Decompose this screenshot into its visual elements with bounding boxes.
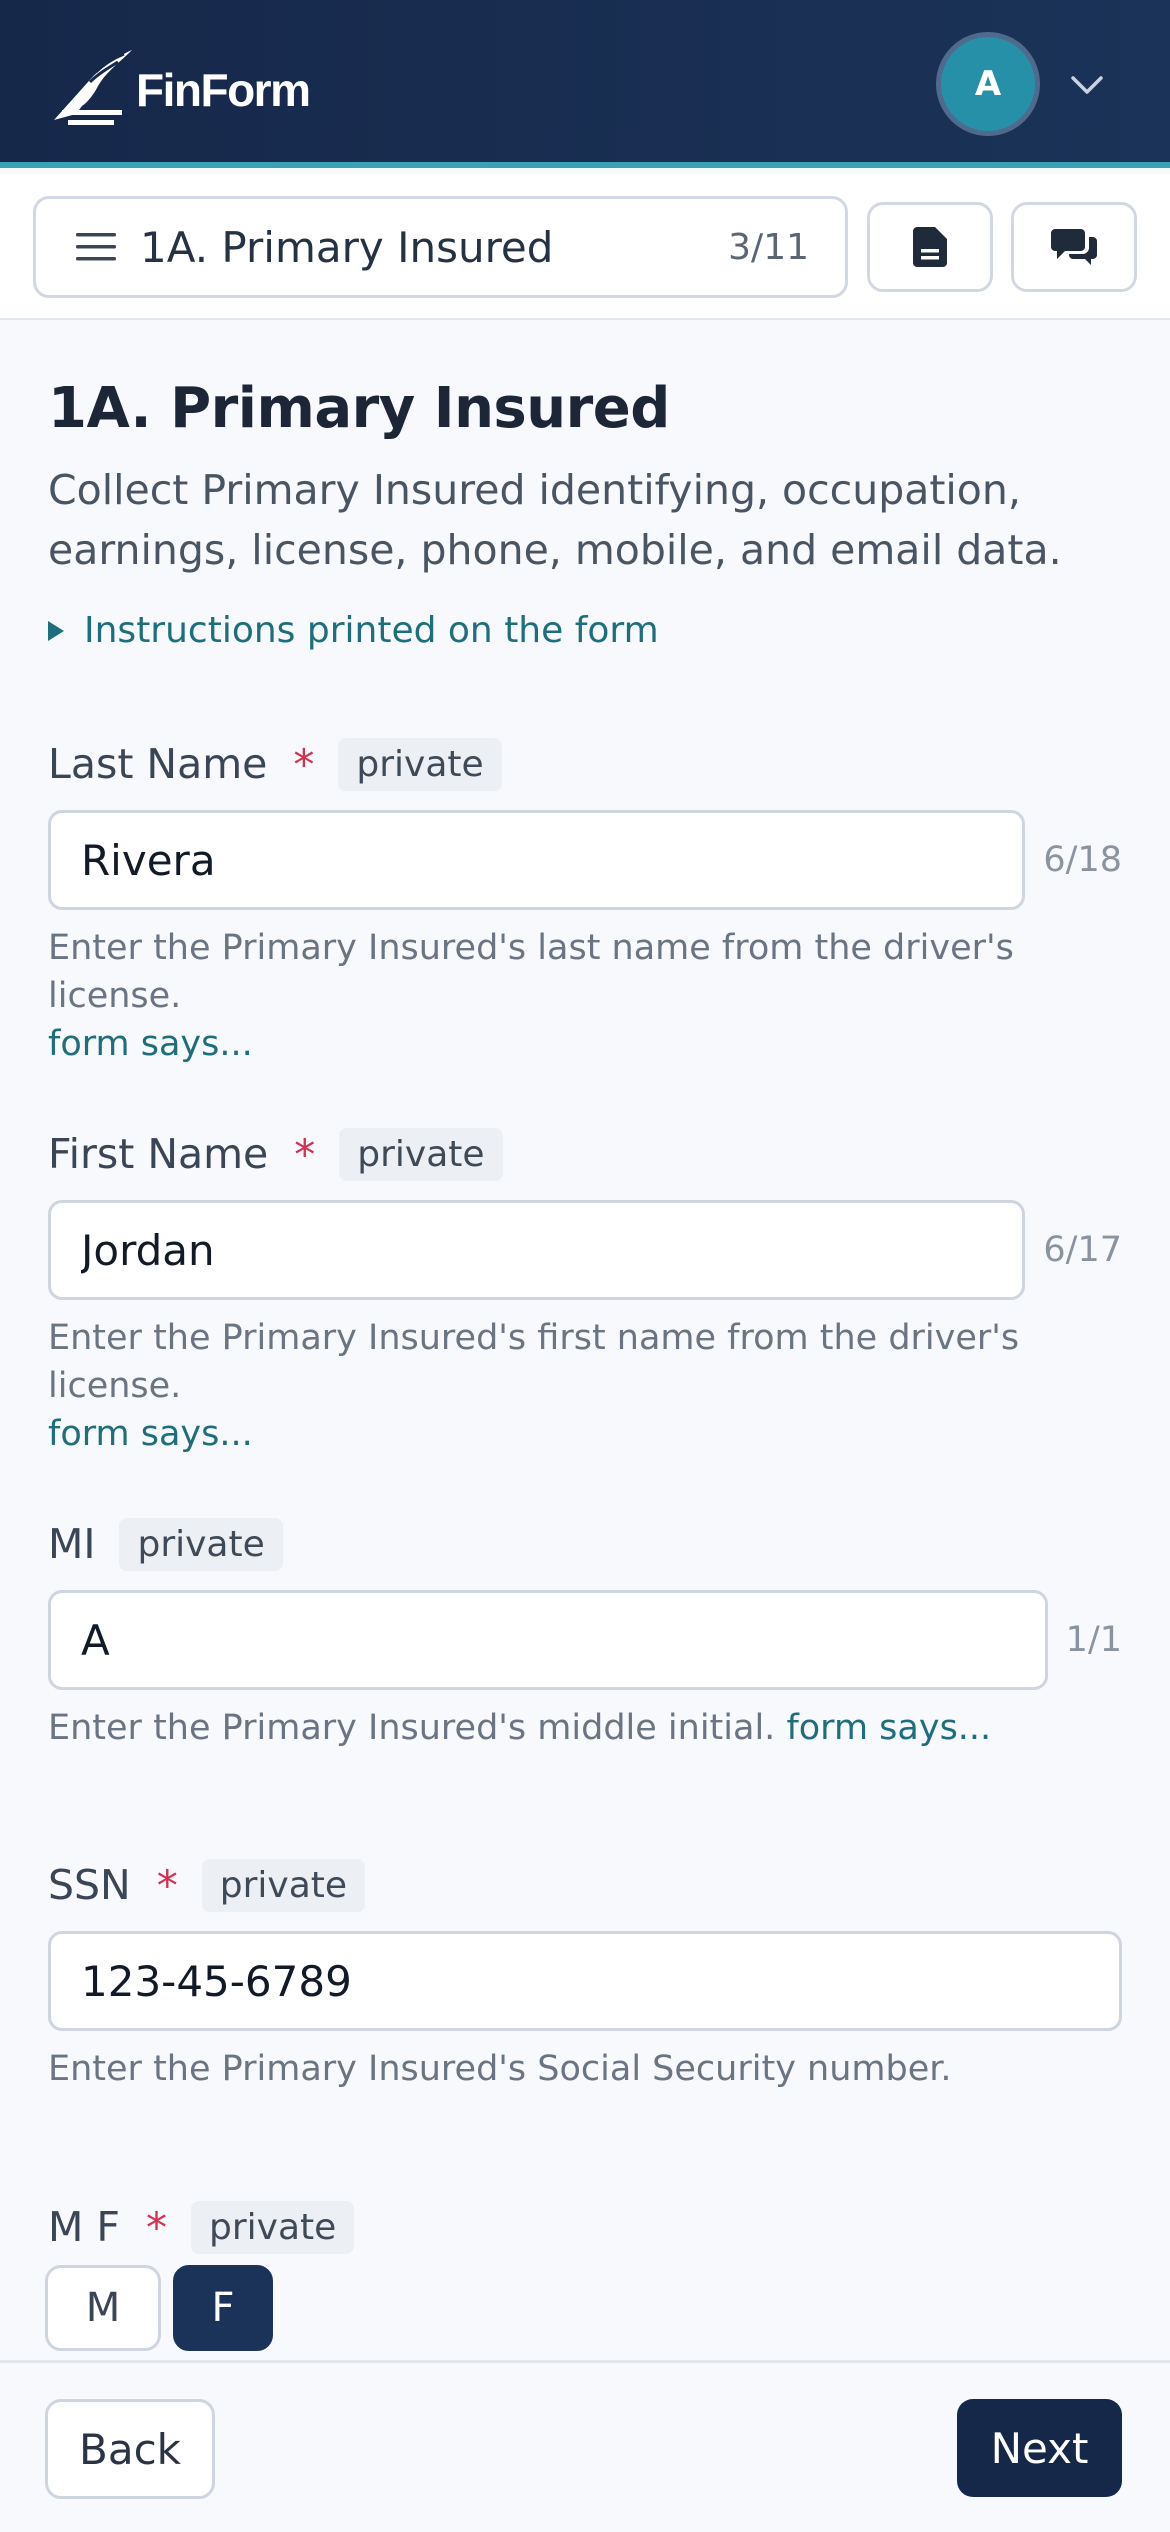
ssn-input[interactable] [48, 1931, 1122, 2031]
required-marker: * [293, 739, 315, 789]
sex-label: M F [48, 2203, 120, 2251]
section-selector-title: 1A. Primary Insured [140, 222, 554, 272]
form-says-link[interactable]: form says... [48, 1414, 253, 1454]
char-counter: 6/18 [1043, 840, 1122, 880]
last-name-input[interactable] [48, 810, 1026, 910]
avatar[interactable]: A [936, 32, 1040, 136]
mi-label: MI [48, 1520, 96, 1568]
chevron-down-icon[interactable] [1070, 68, 1104, 102]
user-menu[interactable]: A [936, 32, 1103, 184]
ssn-helper: Enter the Primary Insured's Social Secur… [48, 2045, 1122, 2093]
instructions-toggle[interactable]: Instructions printed on the form [48, 610, 659, 651]
helper-text: Enter the Primary Insured's last name fr… [48, 928, 1014, 1016]
private-tag: private [338, 737, 502, 791]
triangle-right-icon [48, 620, 64, 641]
private-tag: private [119, 1517, 283, 1571]
page-title: 1A. Primary Insured [48, 376, 670, 441]
mi-helper: Enter the Primary Insured's middle initi… [48, 1704, 1122, 1752]
first-name-helper: Enter the Primary Insured's first name f… [48, 1314, 1122, 1458]
mi-input[interactable] [48, 1590, 1048, 1690]
document-icon [913, 227, 947, 267]
helper-text: Enter the Primary Insured's first name f… [48, 1318, 1020, 1406]
app-name: FinForm [136, 64, 311, 116]
mi-field: MI private 1/1 Enter the Primary Insured… [48, 1512, 1122, 1752]
back-button[interactable]: Back [45, 2399, 215, 2499]
chat-icon [1051, 229, 1097, 265]
private-tag: private [191, 2200, 355, 2254]
private-tag: private [201, 1858, 366, 1912]
menu-icon [76, 233, 116, 261]
form-says-link[interactable]: form says... [48, 1024, 253, 1064]
sex-field: M F * private M F [45, 2195, 1122, 2351]
private-tag: private [339, 1127, 503, 1181]
instructions-label: Instructions printed on the form [84, 610, 659, 651]
char-counter: 1/1 [1065, 1620, 1122, 1660]
required-marker: * [156, 1860, 178, 1910]
last-name-field: Last Name * private 6/18 Enter the Prima… [48, 732, 1122, 1068]
sex-option-f[interactable]: F [173, 2265, 273, 2351]
next-button[interactable]: Next [957, 2399, 1122, 2497]
section-description: Collect Primary Insured identifying, occ… [48, 466, 1062, 574]
last-name-helper: Enter the Primary Insured's last name fr… [48, 924, 1122, 1068]
form-says-link[interactable]: form says... [786, 1708, 991, 1748]
section-progress: 3/11 [728, 226, 809, 268]
chat-button[interactable] [1011, 202, 1137, 292]
app-header: FinForm A [0, 0, 1170, 168]
app-logo[interactable]: FinForm [48, 40, 311, 130]
ssn-label: SSN [48, 1861, 131, 1909]
sex-toggle-group: M F [45, 2265, 1122, 2351]
section-nav: 1A. Primary Insured 3/11 [0, 174, 1170, 320]
first-name-input[interactable] [48, 1200, 1026, 1300]
finform-logo-icon [54, 50, 132, 125]
sex-option-m[interactable]: M [45, 2265, 161, 2351]
first-name-label: First Name [48, 1130, 269, 1178]
form-footer: Back Next [0, 2360, 1170, 2532]
required-marker: * [146, 2202, 167, 2252]
view-document-button[interactable] [867, 202, 993, 292]
char-counter: 6/17 [1043, 1230, 1122, 1270]
first-name-field: First Name * private 6/17 Enter the Prim… [48, 1122, 1122, 1458]
last-name-label: Last Name [48, 740, 268, 788]
ssn-field: SSN * private Enter the Primary Insured'… [48, 1853, 1122, 2093]
required-marker: * [294, 1129, 316, 1179]
section-selector[interactable]: 1A. Primary Insured 3/11 [33, 196, 848, 298]
helper-text: Enter the Primary Insured's middle initi… [48, 1708, 776, 1748]
helper-text: Enter the Primary Insured's Social Secur… [48, 2049, 952, 2089]
